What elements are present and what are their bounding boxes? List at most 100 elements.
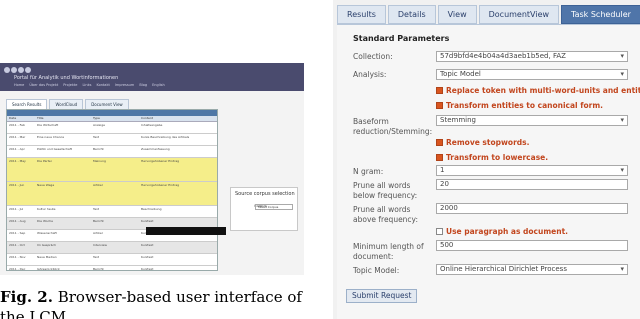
figure-caption: Fig. 2. Browser-based user interface of … [0,287,302,319]
tab-bar: Results Details View DocumentView Task S… [337,5,640,24]
thumbnail-table-cell: Politik und Gesellschaft [37,147,72,151]
caption-prefix: Fig. 2. [0,288,53,306]
thumbnail-table-cell: 2011 - Feb [9,123,25,127]
caption-text: Browser-based user interface of [52,288,302,306]
topic-model-select[interactable]: Online Hierarchical Dirichlet Process [436,264,628,275]
thumbnail-table-cell: Die Partei [37,159,52,163]
thumbnail-table-cell: Text [93,207,100,211]
thumbnail-table-cell: 2011 - Dec [9,267,26,271]
ngram-select[interactable]: 1 [436,165,628,176]
ngram-label: N gram: [353,167,384,176]
collection-label: Collection: [353,52,393,61]
prune-below-input[interactable]: 20 [436,179,628,190]
thumbnail-table-row: 2011 - Nov Neue Medien Text Kurztext [7,254,217,266]
thumbnail-table-cell: Bericht [93,267,104,271]
baseform-label: Baseform reduction/Stemming: [353,117,433,136]
thumbnail-side-select: Mixed Corpus [255,204,293,210]
thumbnail-banner-title: Portal für Analytik und Wortinformatione… [14,75,119,81]
tab-details[interactable]: Details [387,5,436,24]
thumbnail-table-row: 2011 - Dec Jahresrückblick Bericht Kurztext [7,266,217,271]
thumbnail-table-cell: Kultur heute [37,207,56,211]
paragraph-checkbox-row[interactable]: Use paragraph as document. [436,227,568,236]
thumbnail-col-header: Type [93,116,100,120]
paragraph-checkbox-label: Use paragraph as document. [446,227,569,236]
mwu-checkbox-label: Replace token with multi-word-units and … [446,86,640,95]
thumbnail-table-row: 2011 - Jun Neue Wege Artikel Hervorgehobene… [7,182,217,206]
thumbnail-table-cell: Die Wirtschaft [37,123,59,127]
tab-documentview[interactable]: DocumentView [478,5,560,24]
section-title: Standard Parameters [353,34,450,43]
thumbnail-nav-item: Projekte [63,83,78,87]
thumbnail-screenshot: Portal für Analytik und Wortinformatione… [0,63,304,275]
thumbnail-table-cell: Zusammenfassung [141,147,170,151]
thumbnail-table-row: 2011 - Mar Eine neue Chance Text Kurze Besc… [7,134,217,146]
thumbnail-table-cell: Text [93,255,100,259]
thumbnail-body: Search Results WordCloud Document View D… [0,91,304,275]
thumbnail-nav-item: English [152,83,165,87]
collection-select[interactable]: 57d9bfd4e4b04a4d3aeb1b5ed, FAZ [436,51,628,62]
thumbnail-table-cell: Artikel [93,231,103,235]
thumbnail-nav: Home Über das Projekt Projekte Links Kon… [0,83,304,91]
thumbnail-table-cell: Text [93,135,100,139]
tab-results[interactable]: Results [337,5,386,24]
thumbnail-nav-item: Home [14,83,25,87]
thumbnail-table-cell: Eine neue Chance [37,135,65,139]
thumbnail-table-cell: Neue Medien [37,255,57,259]
thumbnail-col-header: Title [37,116,44,120]
thumbnail-table-cell: Artikel [93,183,103,187]
analysis-select[interactable]: Topic Model [436,69,628,80]
thumbnail-table-cell: 2011 - Oct [9,243,25,247]
prune-above-label: Prune all words above frequency: [353,205,418,224]
thumbnail-nav-item: Kontakt [96,83,110,87]
thumbnail-table-cell: Hervorgehobener Eintrag [141,183,180,187]
caption-line2: the LCM. [0,308,71,319]
thumbnail-table-cell: Neue Wege [37,183,55,187]
thumbnail-nav-item: Impressum [114,83,135,87]
min-length-input[interactable]: 500 [436,240,628,251]
thumbnail-table-cell: Kurztext [141,255,154,259]
mwu-checkbox-row[interactable]: Replace token with multi-word-units and … [436,86,640,95]
thumbnail-col-header: Date [9,116,17,120]
thumbnail-table-cell: Inhaltsangabe [141,123,163,127]
baseform-select[interactable]: Stemming [436,115,628,126]
thumbnail-table-cell: Kurze Beschreibung des Artikels [141,135,190,139]
topic-model-label: Topic Model: [353,266,400,275]
thumbnail-table-cell: Jahresrückblick [37,267,60,271]
prune-above-input[interactable]: 2000 [436,203,628,214]
prune-below-label: Prune all words below frequency: [353,181,418,200]
submit-request-button[interactable]: Submit Request [346,289,418,303]
thumbnail-table-cell: 2011 - Nov [9,255,26,259]
thumbnail-table-row: 2011 - May Die Partei Meinung Hervorgehoben… [7,158,217,182]
thumbnail-table-cell: Wissenschaft [37,231,57,235]
thumbnail-tooltip [146,227,226,235]
thumbnail-table-cell: Die Woche [37,219,53,223]
thumbnail-table-cell: 2011 - Apr [9,147,25,151]
thumbnail-table-cell: Kurztext [141,243,154,247]
canonical-checkbox-row[interactable]: Transform entities to canonical form. [436,101,603,110]
tab-view[interactable]: View [437,5,477,24]
thumbnail-table-cell: Bericht [93,219,104,223]
thumbnail-table-cell: Hervorgehobener Eintrag [141,159,180,163]
thumbnail-nav-item: Über das Projekt [29,83,59,87]
thumbnail-table-cell: Meinung [93,159,106,163]
paragraph-checkbox[interactable] [436,228,443,235]
tab-task-scheduler[interactable]: Task Scheduler [561,5,640,24]
lowercase-checkbox[interactable] [436,154,443,161]
thumbnail-corpus-selection: Source corpus selection Corpus: Mixed Co… [230,187,298,231]
thumbnail-table-cell: Bericht [93,147,104,151]
stopwords-checkbox-row[interactable]: Remove stopwords. [436,138,529,147]
thumbnail-table-cell: Anzeige [93,123,105,127]
thumbnail-table-cell: Kurztext [141,267,154,271]
thumbnail-table-cell: 2011 - Sep [9,231,26,235]
canonical-checkbox[interactable] [436,102,443,109]
min-length-label: Minimum length of document: [353,242,424,261]
thumbnail-table-row: 2011 - Apr Politik und Gesellschaft Berich… [7,146,217,158]
thumbnail-table-cell: 2011 - Jul [9,207,24,211]
thumbnail-table-cell: 2011 - Mar [9,135,26,139]
mwu-checkbox[interactable] [436,87,443,94]
thumbnail-logo [4,67,31,75]
stopwords-checkbox[interactable] [436,139,443,146]
lowercase-checkbox-row[interactable]: Transform to lowercase. [436,153,548,162]
thumbnail-table-cell: 2011 - May [9,159,26,163]
thumbnail-side-title: Source corpus selection [235,191,295,197]
